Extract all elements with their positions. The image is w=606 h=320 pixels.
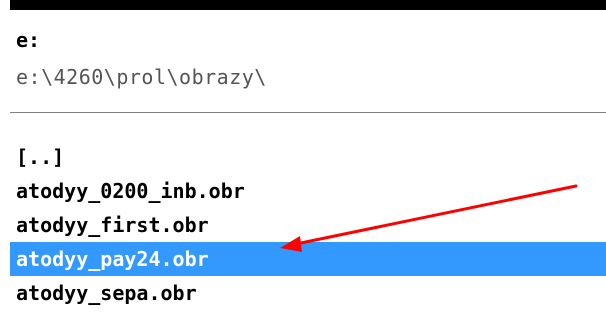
drive-label: e: (16, 28, 41, 52)
divider (10, 112, 606, 113)
path-display: e:\4260\prol\obrazy\ (16, 65, 267, 89)
file-list: [..] atodyy_0200_inb.obr atodyy_first.ob… (10, 140, 606, 310)
list-item-file[interactable]: atodyy_0200_inb.obr (10, 174, 606, 208)
left-gutter (0, 0, 10, 320)
list-item-file-selected[interactable]: atodyy_pay24.obr (10, 242, 606, 276)
list-item-parent-directory[interactable]: [..] (10, 140, 606, 174)
list-item-file[interactable]: atodyy_sepa.obr (10, 276, 606, 310)
list-item-file[interactable]: atodyy_first.obr (10, 208, 606, 242)
